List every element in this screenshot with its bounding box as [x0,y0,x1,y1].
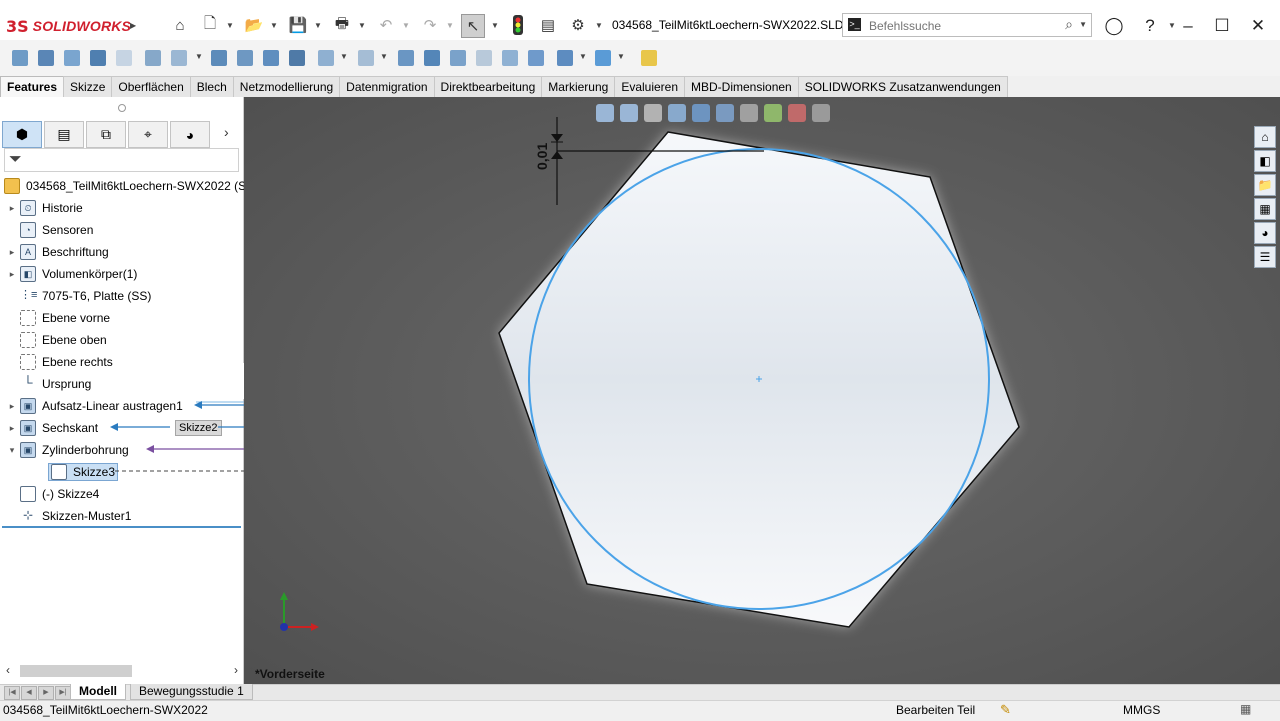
draft-icon[interactable] [448,48,468,68]
apply-scene-icon[interactable] [812,104,830,122]
shell-icon[interactable] [500,48,520,68]
first-tab-icon[interactable]: |◀ [4,686,20,700]
appearances-icon[interactable]: ◕ [1254,222,1276,244]
command-prompt-icon: >_ [848,18,861,31]
edit-appearance-icon[interactable] [788,104,806,122]
tab-direktbearbeitung[interactable]: Direktbearbeitung [433,76,543,97]
task-pane: ⌂ ◧ 📁 ▦ ◕ ☰ [1254,126,1278,272]
status-options-icon[interactable]: ▦ [1240,702,1251,716]
search-icon[interactable]: ⌕ [1065,16,1073,33]
help-icon[interactable]: ? [1138,14,1162,38]
minimize-icon[interactable]: – [1176,14,1200,38]
redo-dropdown-icon[interactable]: ▼ [446,18,454,32]
zoom-to-fit-icon[interactable] [596,104,614,122]
rebuild-traffic-light-icon[interactable] [507,14,529,36]
wrap-icon[interactable] [422,48,442,68]
rib-icon[interactable] [396,48,416,68]
rebuild-status-icon[interactable]: ✎ [1000,702,1011,718]
custom-properties-icon[interactable]: ☰ [1254,246,1276,268]
tab-model[interactable]: Modell [70,684,126,700]
scroll-right-icon[interactable]: › [234,663,238,677]
previous-view-icon[interactable] [644,104,662,122]
status-mode: Bearbeiten Teil [896,703,976,717]
close-icon[interactable]: ✕ [1246,14,1270,38]
account-icon[interactable]: ◯ [1102,14,1126,38]
command-search[interactable]: >_ ⌕ ▼ [842,13,1092,37]
view-label: *Vorderseite [255,667,325,681]
undo-icon[interactable]: ↶ [375,14,397,36]
display-style-icon[interactable] [740,104,758,122]
tree-item-label: Skizzen-Muster1 [42,509,132,523]
tab-navigation: |◀ ◀ ▶ ▶| [4,686,71,700]
options-gear-icon[interactable]: ⚙ [567,14,589,36]
last-tab-icon[interactable]: ▶| [55,686,71,700]
status-units[interactable]: MMGS [1123,703,1160,717]
mirror-icon[interactable] [526,48,546,68]
scrollbar-thumb[interactable] [20,665,132,677]
rollback-bar[interactable] [2,526,241,528]
heads-up-toolbar [596,102,830,124]
instant3d-icon[interactable] [639,48,659,68]
pattern-dropdown-icon[interactable]: ▼ [380,52,388,61]
prev-tab-icon[interactable]: ◀ [21,686,37,700]
tab-markierung[interactable]: Markierung [541,76,616,97]
redo-icon[interactable]: ↷ [419,14,441,36]
tab-zusatzanwendungen[interactable]: SOLIDWORKS Zusatzanwendungen [797,76,1008,97]
solidworks-resources-icon[interactable]: ⌂ [1254,126,1276,148]
view-orientation-icon[interactable] [716,104,734,122]
status-file-name: 034568_TeilMit6ktLoechern-SWX2022 [3,703,208,717]
tree-horizontal-scrollbar[interactable]: ‹ › [4,662,240,680]
scroll-left-icon[interactable]: ‹ [6,663,10,677]
sketch-pattern-icon: ⊹ [20,508,36,524]
dynamic-annotation-icon[interactable] [692,104,710,122]
graphics-area[interactable]: 0,01 [244,97,1280,684]
hide-show-items-icon[interactable] [764,104,782,122]
options-dropdown-icon[interactable]: ▼ [595,18,603,32]
search-input[interactable] [867,16,1051,36]
window-title: 034568_TeilMit6ktLoechern-SWX2022.SLD... [612,18,854,32]
file-explorer-icon[interactable]: 📁 [1254,174,1276,196]
select-dropdown-icon[interactable]: ▼ [491,18,499,32]
tree-item-skizzen-muster[interactable]: ⊹ Skizzen-Muster1 [4,505,131,527]
help-dropdown-icon[interactable]: ▼ [1168,18,1176,32]
reference-geometry-icon[interactable] [555,48,575,68]
undo-dropdown-icon[interactable]: ▼ [402,18,410,32]
dimension-value[interactable]: 0,01 [534,143,550,170]
search-dropdown-icon[interactable]: ▼ [1079,20,1087,29]
curves-dropdown-icon[interactable]: ▼ [617,52,625,61]
zoom-area-icon[interactable] [620,104,638,122]
design-library-icon[interactable]: ◧ [1254,150,1276,172]
tab-motion-study[interactable]: Bewegungsstudie 1 [130,684,253,700]
file-properties-icon[interactable]: ▤ [537,14,559,36]
reference-dropdown-icon[interactable]: ▼ [579,52,587,61]
curves-icon[interactable] [593,48,613,68]
maximize-icon[interactable]: ☐ [1210,14,1234,38]
tab-evaluieren[interactable]: Evaluieren [614,76,686,97]
select-cursor-icon[interactable]: ↖ [461,14,485,38]
view-palette-icon[interactable]: ▦ [1254,198,1276,220]
section-view-icon[interactable] [668,104,686,122]
next-tab-icon[interactable]: ▶ [38,686,54,700]
tab-mbd-dimensionen[interactable]: MBD-Dimensionen [684,76,799,97]
intersect-icon[interactable] [474,48,494,68]
